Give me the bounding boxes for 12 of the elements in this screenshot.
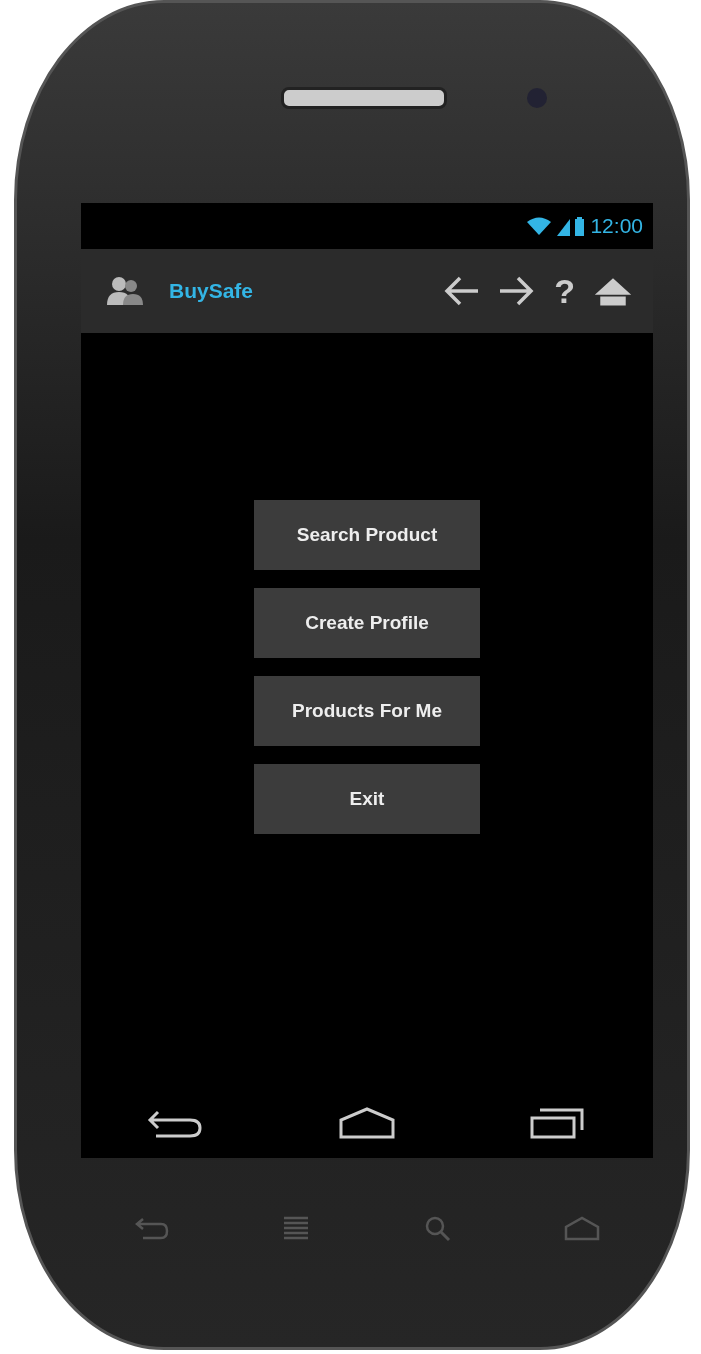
help-button[interactable]: ? (550, 271, 579, 311)
people-icon (105, 275, 145, 307)
menu-button[interactable]: Create Profile (254, 588, 480, 658)
wifi-icon (526, 216, 553, 236)
signal-icon (557, 219, 571, 236)
app-title: BuySafe (169, 279, 254, 303)
menu-button[interactable]: Products For Me (254, 676, 480, 746)
menu-button[interactable]: Exit (254, 764, 480, 834)
battery-icon (575, 217, 585, 236)
home-icon[interactable] (337, 1106, 397, 1140)
menu-button[interactable]: Search Product (254, 500, 480, 570)
status-time: 12:00 (590, 214, 643, 238)
